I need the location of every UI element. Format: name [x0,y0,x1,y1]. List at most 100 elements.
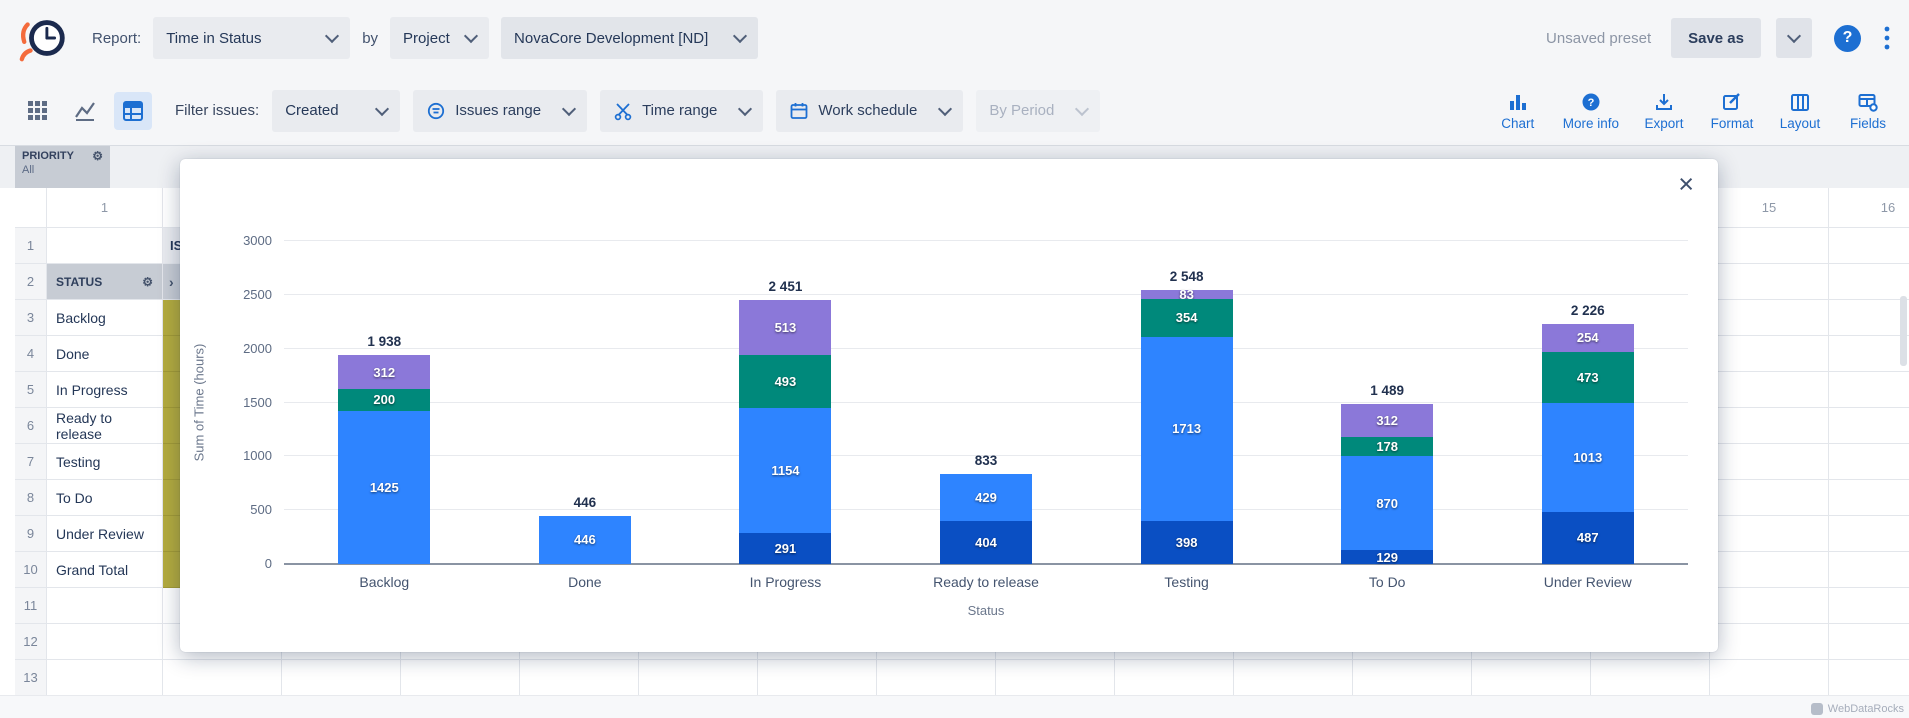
priority-header-cell[interactable]: PRIORITY ⚙ All [15,146,110,188]
app-logo-icon [18,12,70,64]
chart-bar-slot[interactable]: 404429833 [886,241,1087,564]
bar-segment: 312 [1341,404,1433,438]
pivot-cell[interactable] [1710,300,1829,336]
pivot-cell[interactable] [1710,408,1829,444]
pivot-cell[interactable] [47,588,163,624]
chart-bar-slot[interactable]: 1298701783121 489 [1287,241,1488,564]
chevron-down-icon [375,101,389,115]
pivot-cell[interactable] [1710,480,1829,516]
pivot-cell[interactable] [1710,624,1829,660]
layout-button[interactable]: Layout [1777,91,1823,131]
report-type-value: Time in Status [166,30,261,47]
webdatarocks-icon [1811,703,1823,715]
pivot-cell[interactable] [1710,372,1829,408]
pivot-cell[interactable] [639,660,758,696]
status-row-label[interactable]: To Do [47,480,163,516]
status-row-label[interactable]: Testing [47,444,163,480]
gear-icon[interactable]: ⚙ [142,276,153,288]
project-dropdown[interactable]: NovaCore Development [ND] [501,17,758,59]
status-row-label[interactable]: Done [47,336,163,372]
pivot-cell[interactable] [1710,516,1829,552]
chevron-right-icon[interactable]: › [163,274,174,290]
more-info-button[interactable]: ? More info [1563,91,1619,131]
gear-icon[interactable]: ⚙ [92,150,103,162]
save-as-dropdown-button[interactable] [1776,18,1812,58]
pivot-view-button[interactable] [114,92,152,130]
filter-issues-dropdown[interactable]: Created [272,90,400,132]
export-button[interactable]: Export [1641,91,1687,131]
pivot-cell[interactable] [1829,300,1909,336]
status-row-label[interactable]: Grand Total [47,552,163,588]
pivot-cell[interactable] [1829,660,1909,696]
status-row-label[interactable]: Ready to release [47,408,163,444]
pivot-cell[interactable] [1710,264,1829,300]
save-as-button[interactable]: Save as [1671,18,1761,58]
chart-bar-slot[interactable]: 3981713354832 548 [1086,241,1287,564]
chart-bar-slot[interactable]: 48710134732542 226 [1487,241,1688,564]
row-number: 11 [15,588,47,624]
pivot-cell[interactable] [1829,588,1909,624]
fields-button[interactable]: Fields [1845,91,1891,131]
pivot-cell[interactable] [520,660,639,696]
pivot-cell[interactable] [1234,660,1353,696]
chart-bar-slot[interactable]: 29111544935132 451 [685,241,886,564]
pivot-cell[interactable] [1710,336,1829,372]
pivot-cell[interactable] [1829,624,1909,660]
pivot-cell[interactable] [1472,660,1591,696]
toolbar-actions: Chart ? More info Export Format [1495,91,1891,131]
pivot-cell[interactable] [47,660,163,696]
filter-issues-value: Created [285,102,338,119]
x-axis-label: Done [485,574,686,590]
pivot-cell[interactable] [1829,444,1909,480]
pivot-cell[interactable] [163,660,282,696]
bar-segment-label: 291 [775,542,797,555]
bar-segment: 83 [1141,290,1233,299]
group-by-dropdown[interactable]: Project [390,17,489,59]
pivot-cell[interactable] [1710,588,1829,624]
pivot-cell[interactable] [1829,552,1909,588]
bar-segment-label: 446 [574,533,596,546]
webdatarocks-watermark[interactable]: WebDataRocks [1811,703,1904,715]
chart-view-button[interactable] [66,92,104,130]
pivot-cell[interactable] [1829,372,1909,408]
report-type-dropdown[interactable]: Time in Status [153,17,350,59]
pivot-cell[interactable] [1829,408,1909,444]
issues-range-dropdown[interactable]: Issues range [413,90,587,132]
grid-view-button[interactable] [18,92,56,130]
pivot-cell[interactable] [401,660,520,696]
pivot-cell[interactable] [1829,264,1909,300]
time-range-dropdown[interactable]: Time range [600,90,763,132]
pivot-cell[interactable] [1591,660,1710,696]
status-header-cell[interactable]: STATUS⚙ [47,264,163,300]
pivot-cell[interactable] [1353,660,1472,696]
pivot-cell[interactable] [47,624,163,660]
pivot-cell[interactable] [1710,228,1829,264]
chart-bar-slot[interactable]: 14252003121 938 [284,241,485,564]
pivot-cell[interactable] [1829,480,1909,516]
work-schedule-dropdown[interactable]: Work schedule [776,90,963,132]
vertical-scrollbar[interactable] [1900,296,1907,366]
chart-bar-slot[interactable]: 446446 [485,241,686,564]
pivot-cell[interactable] [1829,516,1909,552]
status-row-label[interactable]: Backlog [47,300,163,336]
status-row-label[interactable]: In Progress [47,372,163,408]
kebab-menu-icon[interactable] [1883,25,1891,51]
pivot-cell[interactable] [1710,552,1829,588]
pivot-cell[interactable] [1710,660,1829,696]
pivot-cell[interactable] [758,660,877,696]
pivot-cell[interactable] [47,228,163,264]
pivot-cell[interactable] [1829,228,1909,264]
help-icon[interactable]: ? [1834,25,1861,52]
stacked-bar: 129870178312 [1341,404,1433,564]
pivot-cell[interactable] [1710,444,1829,480]
format-button[interactable]: Format [1709,91,1755,131]
work-schedule-label: Work schedule [818,102,917,119]
pivot-cell[interactable] [877,660,996,696]
status-row-label[interactable]: Under Review [47,516,163,552]
pivot-cell[interactable] [1115,660,1234,696]
close-icon[interactable]: × [1678,171,1694,198]
pivot-cell[interactable] [996,660,1115,696]
pivot-cell[interactable] [282,660,401,696]
pivot-cell[interactable] [1829,336,1909,372]
chart-button[interactable]: Chart [1495,91,1541,131]
